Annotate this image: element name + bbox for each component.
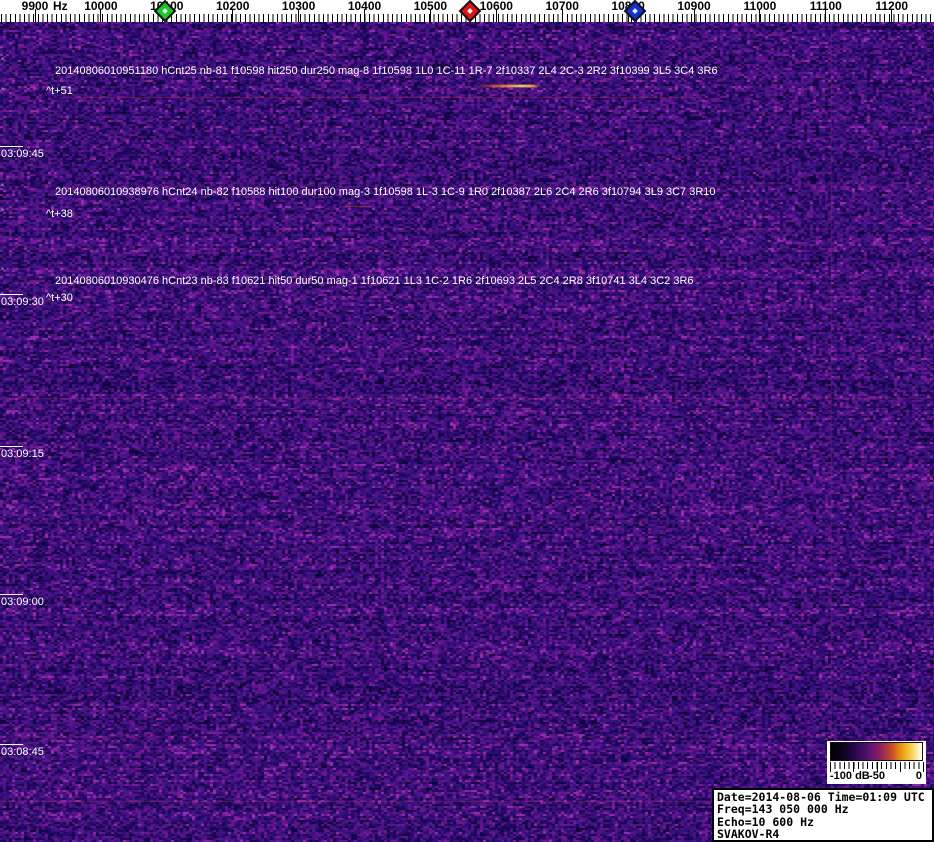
frequency-tick-label: 10900	[677, 0, 710, 13]
meteor-waterfall-window: Hz 9900100001010010200103001040010500106…	[0, 0, 934, 842]
time-tick	[0, 744, 23, 745]
amplitude-gradient-bar	[830, 742, 923, 761]
green-diamond-marker-center	[163, 8, 169, 14]
frequency-tick-label: 10600	[480, 0, 513, 13]
legend-major-tick	[830, 762, 831, 772]
time-tick	[0, 594, 23, 595]
waterfall-overlay: 20140806010951180 hCnt25 nb-81 f10598 hi…	[0, 0, 934, 842]
frequency-tick-label: 10300	[282, 0, 315, 13]
frequency-tick-label: 11200	[875, 0, 908, 13]
event-annotation: 20140806010951180 hCnt25 nb-81 f10598 hi…	[55, 65, 718, 77]
time-label: 03:09:45	[1, 148, 44, 160]
event-edge-tick	[0, 87, 5, 91]
event-edge-tick	[0, 267, 5, 271]
time-tick	[0, 446, 23, 447]
frequency-tick-label: 11100	[810, 0, 842, 13]
event-edge-tick	[0, 57, 5, 61]
event-annotation: 20140806010938976 hCnt24 nb-82 f10588 hi…	[55, 186, 716, 198]
legend-min-label: -100 dB	[830, 770, 870, 782]
event-time-offset: ^t+51	[46, 85, 73, 97]
frequency-tick-label: 10700	[546, 0, 579, 13]
amplitude-legend: -100 dB -50 0	[827, 741, 926, 784]
time-label: 03:09:00	[1, 596, 44, 608]
info-frequency: Freq=143 050 000 Hz	[717, 803, 929, 815]
time-label: 03:08:45	[1, 746, 44, 758]
legend-max-label: 0	[916, 770, 922, 782]
event-time-offset: ^t+38	[46, 208, 73, 220]
frequency-tick-label: 10200	[216, 0, 249, 13]
red-diamond-marker-center	[467, 8, 473, 14]
frequency-tick-label: 10500	[414, 0, 447, 13]
station-info-box: Date=2014-08-06 Time=01:09 UTC Freq=143 …	[712, 788, 934, 842]
legend-major-tick	[877, 762, 878, 772]
time-tick	[0, 294, 23, 295]
frequency-unit-label: Hz	[53, 0, 68, 13]
frequency-tick-label: 10000	[84, 0, 117, 13]
frequency-tick-label: 9900	[22, 0, 49, 13]
event-edge-tick	[0, 208, 5, 212]
legend-major-tick	[853, 762, 854, 772]
legend-major-tick	[900, 762, 901, 772]
time-tick	[0, 146, 23, 147]
info-station: SVAKOV-R4	[717, 828, 929, 840]
blue-diamond-marker-center	[632, 8, 638, 14]
time-label: 03:09:15	[1, 448, 44, 460]
event-annotation: 20140806010930476 hCnt23 nb-83 f10621 hi…	[55, 275, 694, 287]
frequency-tick-label: 11000	[744, 0, 777, 13]
frequency-ruler[interactable]: Hz 9900100001010010200103001040010500106…	[0, 0, 934, 22]
legend-major-tick	[923, 762, 924, 772]
time-label: 03:09:30	[1, 296, 44, 308]
frequency-tick-label: 10400	[348, 0, 381, 13]
event-edge-tick	[0, 183, 5, 187]
event-time-offset: ^t+30	[46, 292, 73, 304]
